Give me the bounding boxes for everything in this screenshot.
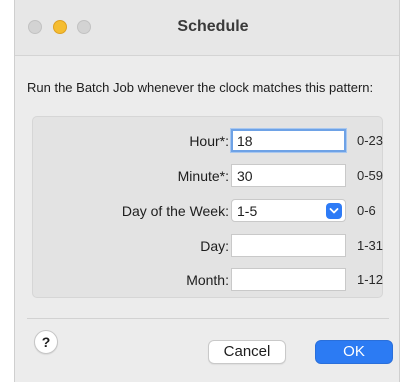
month-row: Month: 1-12 [33, 268, 384, 292]
schedule-fields-group: Hour*: 0-23 Minute*: 0-59 Day of the Wee… [32, 116, 383, 298]
minute-input[interactable] [231, 164, 346, 187]
minute-range: 0-59 [357, 168, 384, 183]
title-bar: Schedule [15, 0, 399, 56]
day-range: 1-31 [357, 238, 384, 253]
minute-row: Minute*: 0-59 [33, 164, 384, 188]
day-input[interactable] [231, 234, 346, 257]
schedule-dialog: Schedule Run the Batch Job whenever the … [14, 0, 400, 382]
hour-label: Hour*: [189, 133, 229, 149]
day-of-week-range: 0-6 [357, 203, 376, 218]
ok-button[interactable]: OK [315, 340, 393, 364]
month-input[interactable] [231, 268, 346, 291]
day-label: Day: [200, 238, 229, 254]
day-of-week-value: 1-5 [237, 203, 258, 219]
footer-divider [27, 318, 389, 319]
instruction-text: Run the Batch Job whenever the clock mat… [27, 80, 374, 95]
cancel-button[interactable]: Cancel [208, 340, 286, 364]
day-of-week-label: Day of the Week: [121, 203, 229, 219]
hour-row: Hour*: 0-23 [33, 129, 384, 153]
hour-input[interactable] [231, 129, 346, 152]
window-title: Schedule [177, 18, 249, 35]
help-button[interactable]: ? [34, 330, 58, 354]
month-range: 1-12 [357, 272, 384, 287]
day-of-week-popup[interactable]: 1-5 [231, 199, 346, 222]
chevron-down-icon [326, 203, 342, 219]
month-label: Month: [186, 272, 229, 288]
hour-range: 0-23 [357, 133, 384, 148]
minute-label: Minute*: [177, 168, 229, 184]
day-of-week-row: Day of the Week: 1-5 0-6 [33, 199, 384, 223]
day-row: Day: 1-31 [33, 234, 384, 258]
